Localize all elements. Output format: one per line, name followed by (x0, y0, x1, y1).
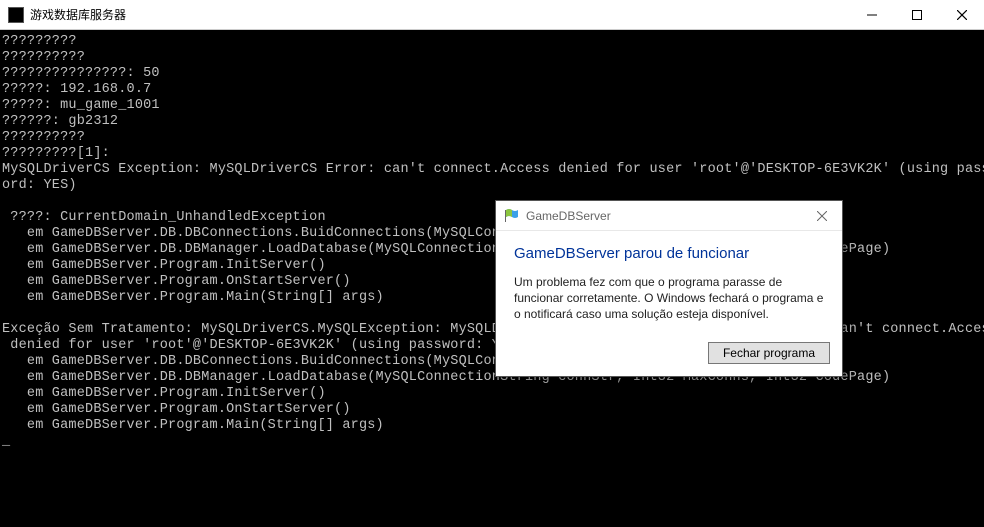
close-button[interactable] (939, 0, 984, 29)
dialog-body: GameDBServer parou de funcionar Um probl… (496, 231, 842, 334)
app-flag-icon (504, 208, 520, 224)
minimize-icon (867, 10, 877, 20)
maximize-button[interactable] (894, 0, 939, 29)
window-controls (849, 0, 984, 29)
dialog-heading: GameDBServer parou de funcionar (514, 245, 824, 262)
window-titlebar: 游戏数据库服务器 (0, 0, 984, 30)
dialog-titlebar: GameDBServer (496, 201, 842, 231)
window-title: 游戏数据库服务器 (30, 6, 849, 23)
close-program-button[interactable]: Fechar programa (708, 342, 830, 364)
dialog-close-button[interactable] (802, 201, 842, 231)
maximize-icon (912, 10, 922, 20)
dialog-title: GameDBServer (526, 209, 802, 223)
dialog-message: Um problema fez com que o programa paras… (514, 274, 824, 322)
minimize-button[interactable] (849, 0, 894, 29)
dialog-footer: Fechar programa (496, 334, 842, 376)
close-icon (957, 10, 967, 20)
close-icon (817, 211, 827, 221)
error-dialog: GameDBServer GameDBServer parou de funci… (495, 200, 843, 377)
console-app-icon (8, 7, 24, 23)
